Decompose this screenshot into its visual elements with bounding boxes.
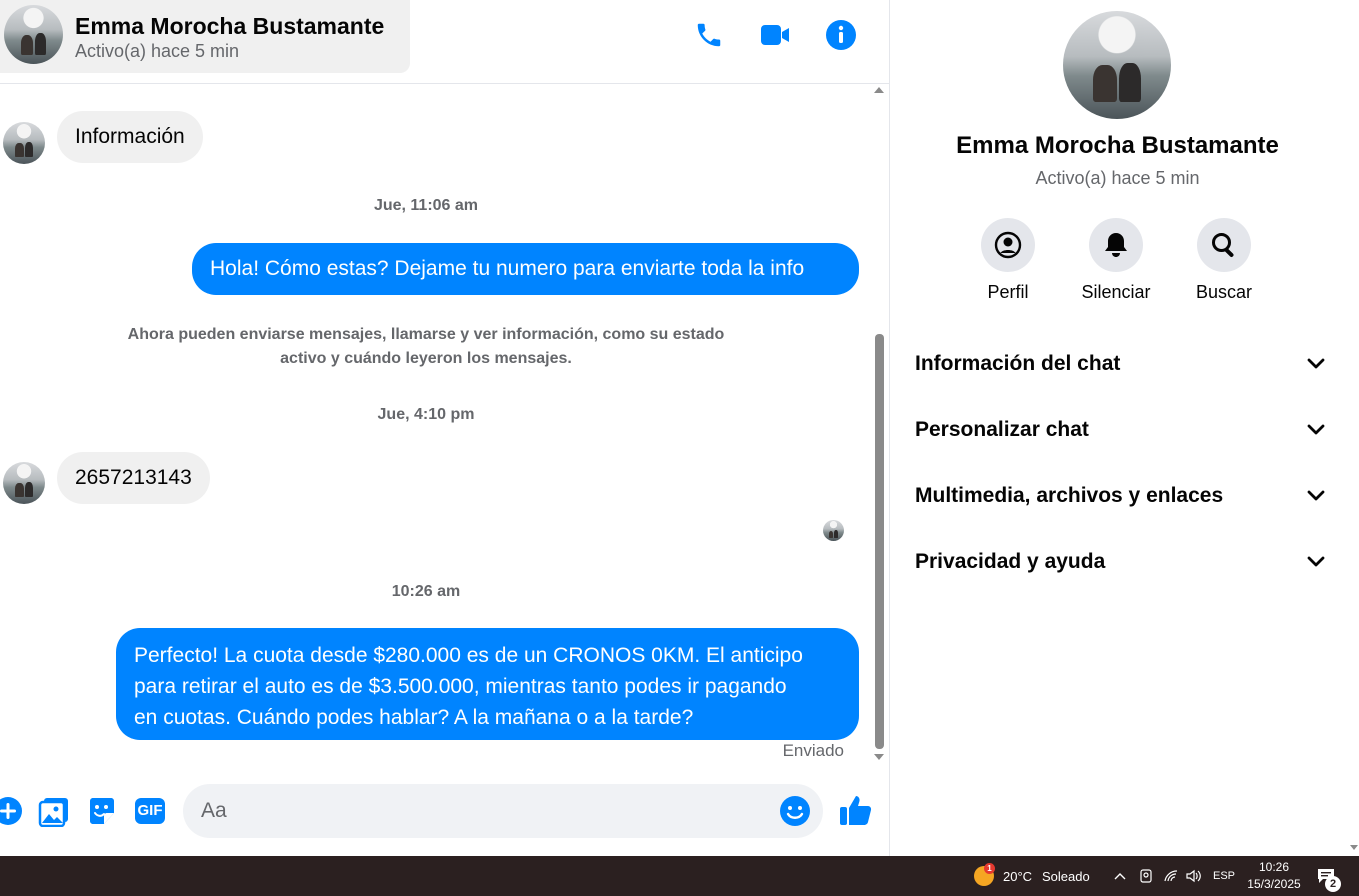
composer: GIF (0, 770, 889, 856)
search-label: Buscar (1195, 282, 1253, 302)
system-note-line: activo y cuándo leyeron los mensajes. (280, 350, 572, 367)
contact-status: Activo(a) hace 5 min (75, 41, 240, 61)
avatar[interactable] (3, 462, 45, 504)
messenger-window: Emma Morocha Bustamante Activo(a) hace 5… (0, 0, 1359, 896)
speaker-icon (1186, 869, 1201, 883)
tray-overflow-button[interactable] (1114, 856, 1126, 896)
profile-button[interactable]: Perfil (958, 218, 1058, 303)
section-label: Privacidad y ayuda (915, 550, 1106, 573)
search-button[interactable]: Buscar (1174, 218, 1274, 303)
video-call-button[interactable] (758, 18, 792, 52)
system-note: Ahora pueden enviarse mensajes, llamarse… (90, 323, 762, 371)
emoji-icon (780, 796, 810, 826)
video-camera-icon (761, 25, 789, 45)
message-outgoing[interactable]: Perfecto! La cuota desde $280.000 es de … (116, 628, 859, 740)
avatar[interactable] (3, 122, 45, 164)
message-line: para retirar el auto es de $3.500.000, m… (134, 675, 787, 698)
chevron-down-icon (1307, 556, 1325, 567)
profile-status: Activo(a) hace 5 min (1035, 168, 1200, 188)
chat-area: Emma Morocha Bustamante Activo(a) hace 5… (0, 0, 889, 856)
message-line: en cuotas. Cuándo podes hablar? A la mañ… (134, 706, 694, 729)
scroll-thumb[interactable] (875, 334, 884, 749)
volume-button[interactable] (1186, 856, 1202, 896)
system-note-line: Ahora pueden enviarse mensajes, llamarse… (127, 326, 725, 343)
sent-status: Enviado (782, 741, 844, 760)
clock-time: 10:26 (1258, 860, 1290, 874)
wifi-icon (1164, 870, 1178, 882)
section-label: Multimedia, archivos y enlaces (915, 484, 1224, 507)
section-privacy-help[interactable]: Privacidad y ayuda (915, 537, 1325, 587)
chat-header: Emma Morocha Bustamante Activo(a) hace 5… (0, 0, 889, 84)
mute-button[interactable]: Silenciar (1066, 218, 1166, 303)
camera-tray-icon (1140, 869, 1152, 883)
conversation-info-button[interactable] (824, 18, 858, 52)
profile-label: Perfil (987, 282, 1029, 302)
send-like-button[interactable] (838, 792, 874, 828)
message-outgoing[interactable]: Hola! Cómo estas? Dejame tu numero para … (192, 243, 859, 295)
message-incoming[interactable]: Información (57, 111, 203, 163)
language-indicator[interactable]: ESP (1213, 856, 1235, 896)
call-button[interactable] (692, 18, 726, 52)
section-customize-chat[interactable]: Personalizar chat (915, 405, 1325, 455)
message-timestamp: Jue, 11:06 am (373, 197, 479, 214)
section-label: Personalizar chat (915, 418, 1089, 441)
mute-label: Silenciar (1081, 282, 1151, 302)
bell-icon (1105, 233, 1127, 257)
profile-icon (994, 231, 1022, 259)
search-icon (1212, 233, 1234, 257)
more-actions-button[interactable] (0, 795, 24, 827)
image-icon (38, 798, 68, 827)
gif-button[interactable]: GIF (134, 795, 166, 827)
phone-icon (697, 23, 721, 47)
taskbar: 1 20°C Soleado ESP 10:26 15/3/2025 2 (0, 856, 1359, 896)
network-button[interactable] (1163, 856, 1179, 896)
notification-count-badge: 2 (1325, 876, 1341, 892)
message-scrollbar[interactable] (872, 85, 887, 770)
panel-scroll-down-arrow[interactable] (1350, 845, 1358, 850)
message-timestamp: Jue, 4:10 pm (377, 406, 475, 423)
avatar[interactable] (4, 5, 63, 64)
chevron-down-icon (1307, 358, 1325, 369)
weather-temp[interactable]: 20°C (1003, 856, 1032, 896)
conversation-info-panel: Emma Morocha Bustamante Activo(a) hace 5… (889, 0, 1359, 856)
profile-button-circle (981, 218, 1035, 272)
section-media-files-links[interactable]: Multimedia, archivos y enlaces (915, 471, 1325, 521)
message-timestamp: 10:26 am (391, 583, 461, 600)
attach-image-button[interactable] (38, 795, 70, 827)
emoji-button[interactable] (779, 795, 811, 827)
info-icon (826, 20, 856, 50)
scroll-up-arrow[interactable] (874, 87, 884, 93)
chevron-up-icon (1114, 873, 1126, 880)
search-button-circle (1197, 218, 1251, 272)
clock-date: 15/3/2025 (1247, 877, 1301, 891)
message-list: Información Jue, 11:06 am Hola! Cómo est… (0, 85, 872, 770)
message-line: Perfecto! La cuota desde $280.000 es de … (134, 644, 803, 667)
mute-button-circle (1089, 218, 1143, 272)
profile-avatar[interactable] (1063, 11, 1171, 119)
chevron-down-icon (1307, 424, 1325, 435)
sticker-button[interactable] (86, 795, 118, 827)
weather-badge: 1 (984, 863, 995, 874)
sticker-icon (90, 798, 114, 824)
contact-name: Emma Morocha Bustamante (75, 13, 385, 39)
message-incoming[interactable]: 2657213143 (57, 452, 210, 504)
meet-now-button[interactable] (1139, 856, 1153, 896)
thumbs-up-icon (840, 796, 872, 825)
gif-icon: GIF (135, 798, 165, 824)
plus-icon (0, 797, 22, 825)
weather-text[interactable]: Soleado (1042, 856, 1090, 896)
read-receipt-avatar (823, 520, 844, 541)
section-chat-info[interactable]: Información del chat (915, 339, 1325, 389)
gif-label: GIF (137, 802, 163, 819)
scroll-down-arrow[interactable] (874, 754, 884, 760)
profile-name: Emma Morocha Bustamante (956, 132, 1279, 159)
system-clock[interactable]: 10:26 15/3/2025 (1240, 859, 1308, 893)
chevron-down-icon (1307, 490, 1325, 501)
message-input[interactable] (183, 784, 823, 838)
header-contact-card[interactable]: Emma Morocha Bustamante Activo(a) hace 5… (0, 0, 410, 73)
section-label: Información del chat (915, 352, 1121, 375)
